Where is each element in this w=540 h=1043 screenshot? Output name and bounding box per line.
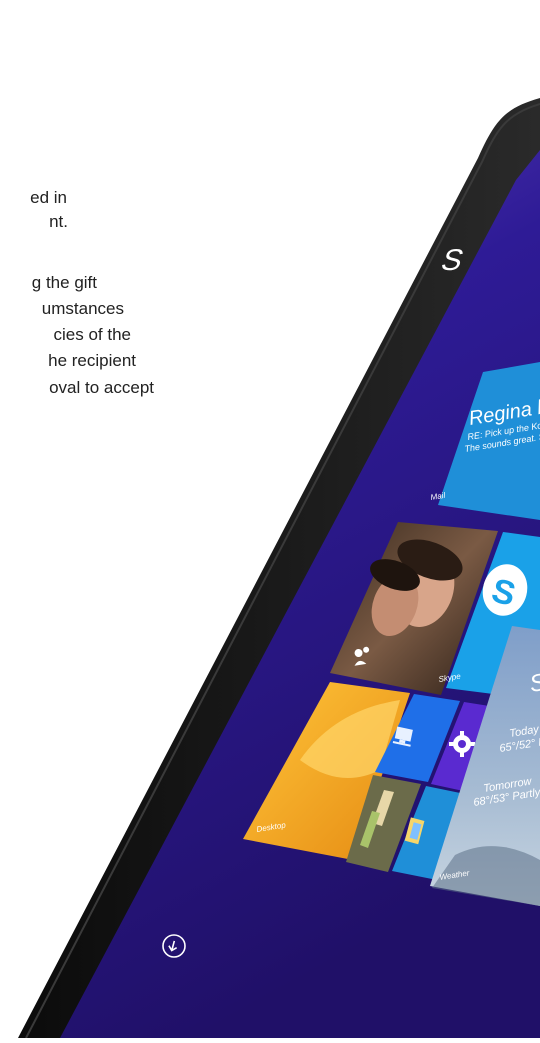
tablet-device: S Regina h RE: Pick up the Ko The sounds… [0,0,540,1039]
